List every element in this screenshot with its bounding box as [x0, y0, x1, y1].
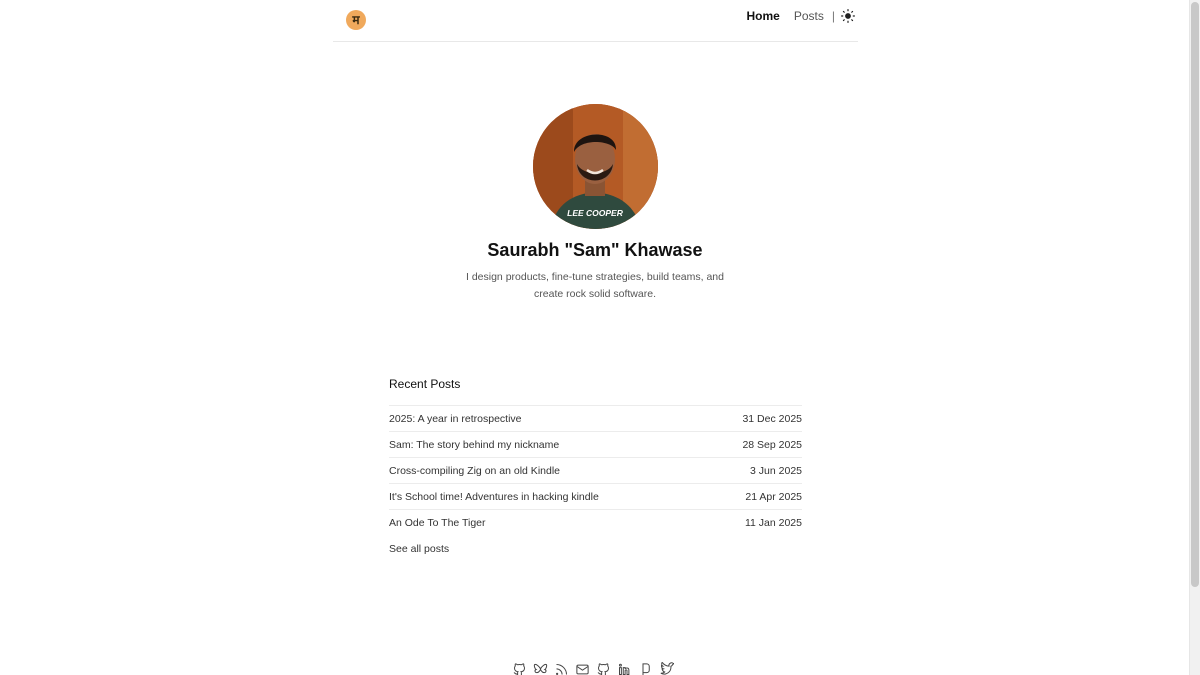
scrollbar-thumb[interactable]	[1191, 2, 1199, 587]
nav-posts-link[interactable]: Posts	[794, 9, 824, 23]
post-row[interactable]: Cross-compiling Zig on an old Kindle 3 J…	[389, 457, 802, 483]
nav-home-link[interactable]: Home	[747, 9, 780, 23]
post-date: 21 Apr 2025	[745, 490, 802, 503]
site-logo[interactable]: म	[346, 10, 366, 30]
mail-icon[interactable]	[575, 662, 590, 675]
profile-name: Saurabh "Sam" Khawase	[487, 240, 703, 260]
post-title[interactable]: 2025: A year in retrospective	[389, 413, 522, 425]
post-title[interactable]: Sam: The story behind my nickname	[389, 439, 559, 451]
post-date: 28 Sep 2025	[742, 438, 802, 451]
nav-separator: |	[831, 9, 835, 23]
site-header: म Home Posts |	[333, 0, 858, 42]
recent-posts-list: 2025: A year in retrospective 31 Dec 202…	[389, 405, 802, 535]
github-icon[interactable]	[512, 662, 527, 675]
post-row[interactable]: Sam: The story behind my nickname 28 Sep…	[389, 431, 802, 457]
post-title[interactable]: It's School time! Adventures in hacking …	[389, 491, 599, 503]
twitter-icon[interactable]	[659, 662, 674, 675]
sun-icon[interactable]	[841, 9, 855, 23]
post-row[interactable]: It's School time! Adventures in hacking …	[389, 483, 802, 509]
rss-icon[interactable]	[554, 662, 569, 675]
profile-bio: I design products, fine-tune strategies,…	[466, 271, 724, 300]
recent-posts-heading: Recent Posts	[389, 377, 461, 391]
social-links	[512, 662, 674, 675]
post-date: 11 Jan 2025	[744, 516, 802, 529]
profile-avatar: LEE COOPER	[533, 104, 658, 229]
linkedin-icon[interactable]	[617, 662, 632, 675]
post-title[interactable]: Cross-compiling Zig on an old Kindle	[389, 465, 560, 477]
post-row[interactable]: 2025: A year in retrospective 31 Dec 202…	[389, 405, 802, 431]
main-nav: Home Posts |	[747, 7, 858, 25]
bluesky-icon[interactable]	[533, 662, 548, 675]
sourcehut-icon[interactable]	[638, 662, 653, 675]
avatar-shirt-text: LEE COOPER	[567, 208, 624, 218]
gitlab-icon[interactable]	[596, 662, 611, 675]
avatar-portrait: LEE COOPER	[533, 104, 658, 229]
post-title[interactable]: An Ode To The Tiger	[389, 517, 486, 529]
post-date: 31 Dec 2025	[742, 412, 802, 425]
post-row[interactable]: An Ode To The Tiger 11 Jan 2025	[389, 509, 802, 535]
see-all-posts-link[interactable]: See all posts	[389, 543, 449, 555]
post-date: 3 Jun 2025	[750, 464, 802, 477]
page: म Home Posts | LEE COOPER Saurabh "Sam" …	[0, 0, 1200, 675]
vertical-scrollbar[interactable]	[1189, 0, 1200, 675]
